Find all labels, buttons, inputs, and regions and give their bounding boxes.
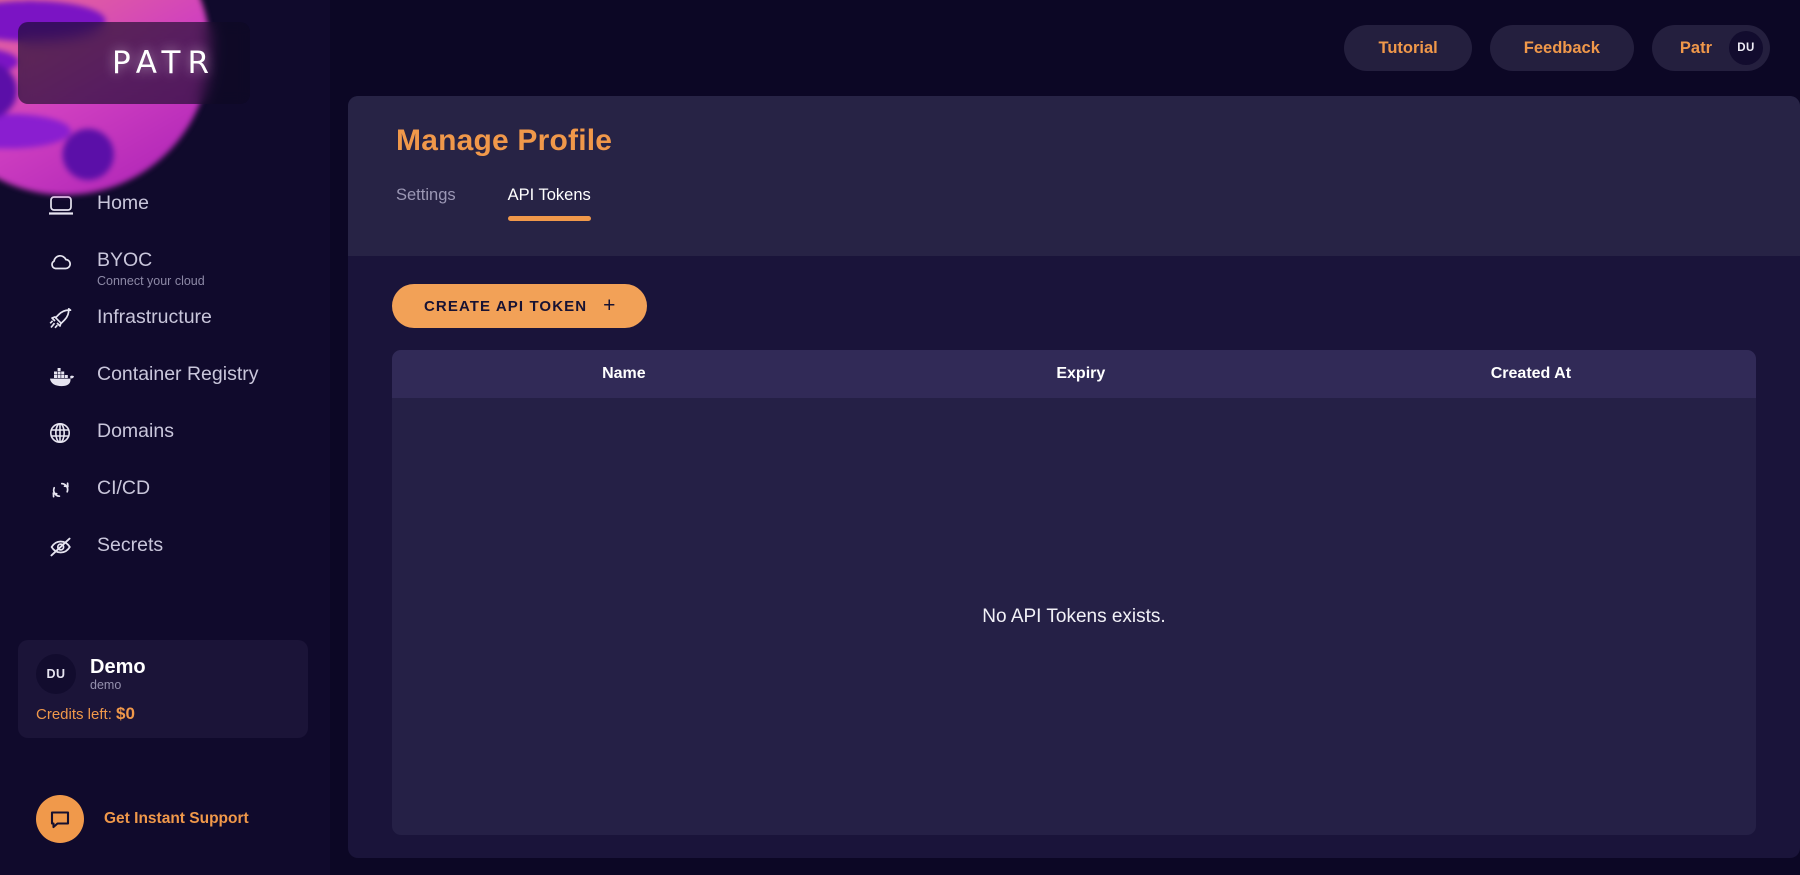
- sidebar-item-home[interactable]: Home: [0, 188, 330, 245]
- tab-underline: [507, 216, 591, 221]
- sidebar-item-label: Domains: [97, 420, 174, 442]
- refresh-cycle-icon: [48, 475, 82, 505]
- workspace-subtitle: demo: [90, 677, 122, 692]
- create-api-token-button[interactable]: CREATE API TOKEN +: [392, 284, 648, 328]
- tab-settings[interactable]: Settings: [396, 186, 456, 221]
- app-root: PATR Home BYOC Connect your cloud Infras…: [0, 0, 1800, 875]
- sidebar-item-domains[interactable]: Domains: [0, 416, 330, 473]
- sidebar-item-sublabel: Connect your cloud: [97, 274, 205, 288]
- tab-label: API Tokens: [507, 186, 591, 204]
- create-api-token-label: CREATE API TOKEN: [424, 297, 588, 315]
- credits-label: Credits left:: [36, 706, 112, 723]
- table-header-row: Name Expiry Created At: [392, 350, 1756, 398]
- sidebar-item-byoc[interactable]: BYOC Connect your cloud: [0, 245, 330, 302]
- sidebar-item-label: Secrets: [97, 534, 164, 556]
- page-header: Manage Profile Settings API Tokens: [348, 96, 1800, 256]
- sidebar-item-infrastructure[interactable]: Infrastructure: [0, 302, 330, 359]
- tab-label: Settings: [396, 186, 456, 204]
- column-header-name: Name: [602, 365, 646, 382]
- credits-value: $0: [116, 704, 135, 723]
- sidebar-item-domains-text: Domains: [97, 416, 174, 446]
- sidebar-item-container-registry-text: Container Registry: [97, 359, 258, 389]
- api-tokens-panel: CREATE API TOKEN + Name Expiry Created A…: [348, 256, 1800, 835]
- empty-state-message: No API Tokens exists.: [982, 605, 1166, 627]
- main-area: Tutorial Feedback Patr DU Manage Profile…: [330, 0, 1800, 875]
- sidebar-item-cicd-text: CI/CD: [97, 473, 150, 503]
- sidebar-item-infrastructure-text: Infrastructure: [97, 302, 212, 332]
- logo-area: PATR: [0, 0, 330, 195]
- get-instant-support-label: Get Instant Support: [104, 810, 249, 827]
- sidebar-item-label: Container Registry: [97, 363, 259, 385]
- credits-row: Credits left: $0: [36, 704, 290, 724]
- globe-icon: [48, 418, 82, 448]
- avatar: DU: [1729, 31, 1763, 65]
- workspace-card[interactable]: DU Demo demo Credits left: $0: [18, 640, 308, 738]
- sidebar-item-home-text: Home: [97, 188, 149, 218]
- column-header-created-at: Created At: [1490, 365, 1572, 382]
- sidebar-item-label: Infrastructure: [97, 306, 212, 328]
- user-menu-button[interactable]: Patr DU: [1651, 25, 1770, 71]
- sidebar-item-secrets-text: Secrets: [97, 530, 163, 560]
- feedback-label: Feedback: [1523, 38, 1600, 57]
- workspace-header: DU Demo demo: [36, 654, 290, 694]
- docker-whale-icon: [48, 361, 82, 391]
- tutorial-button[interactable]: Tutorial: [1344, 25, 1472, 71]
- avatar: DU: [36, 654, 76, 694]
- workspace-names: Demo demo: [90, 656, 146, 693]
- sidebar-item-container-registry[interactable]: Container Registry: [0, 359, 330, 416]
- tutorial-label: Tutorial: [1378, 38, 1438, 57]
- sidebar-item-byoc-text: BYOC Connect your cloud: [97, 245, 205, 288]
- topbar: Tutorial Feedback Patr DU: [330, 0, 1800, 96]
- get-instant-support-button[interactable]: Get Instant Support: [36, 795, 249, 843]
- feedback-button[interactable]: Feedback: [1489, 25, 1634, 71]
- table-body: No API Tokens exists.: [392, 398, 1756, 835]
- api-tokens-table: Name Expiry Created At No API Tokens exi…: [392, 350, 1756, 835]
- tab-api-tokens[interactable]: API Tokens: [507, 186, 591, 221]
- sidebar-item-label: CI/CD: [97, 477, 151, 499]
- eye-off-icon: [48, 532, 82, 562]
- user-label: Patr: [1679, 38, 1712, 57]
- brand-logo-text: PATR: [112, 45, 216, 81]
- sidebar-nav: Home BYOC Connect your cloud Infrastruct…: [0, 188, 330, 587]
- sidebar-item-cicd[interactable]: CI/CD: [0, 473, 330, 530]
- plus-icon: +: [603, 293, 616, 317]
- tab-bar: Settings API Tokens: [396, 186, 1800, 221]
- cloud-icon: [48, 247, 82, 277]
- column-header-expiry: Expiry: [1056, 365, 1106, 382]
- content-panel: Manage Profile Settings API Tokens CREAT…: [348, 96, 1800, 858]
- sidebar-item-label: Home: [97, 192, 150, 214]
- workspace-name: Demo: [90, 655, 146, 678]
- sidebar-item-secrets[interactable]: Secrets: [0, 530, 330, 587]
- brand-logo[interactable]: PATR: [18, 22, 250, 104]
- sidebar: PATR Home BYOC Connect your cloud Infras…: [0, 0, 330, 875]
- rocket-icon: [48, 304, 82, 334]
- chat-bubble-icon: [36, 795, 84, 843]
- page-title: Manage Profile: [396, 124, 613, 157]
- sidebar-item-label: BYOC: [97, 249, 153, 271]
